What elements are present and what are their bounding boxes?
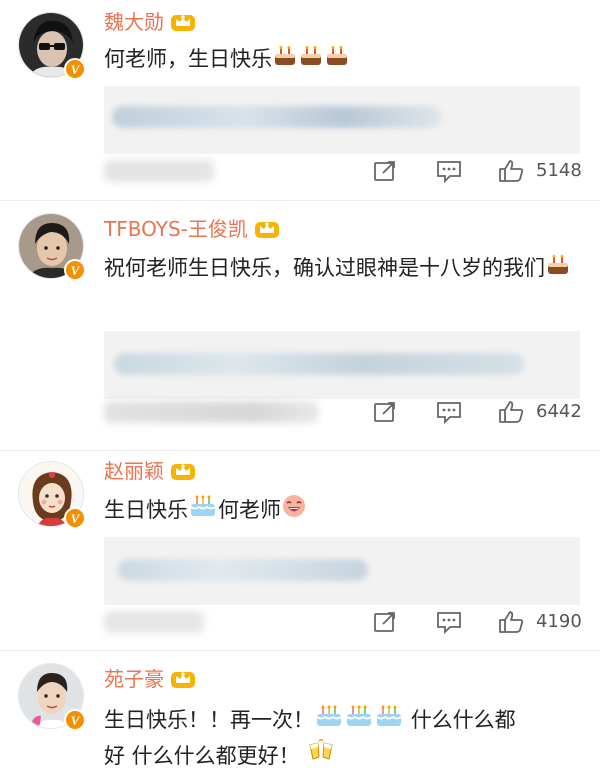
avatar[interactable]: V: [18, 213, 86, 281]
comment-text-content: 生日快乐！！再一次！: [104, 708, 314, 732]
username[interactable]: TFBOYS-王俊凯: [104, 217, 248, 241]
cake-icon: [299, 43, 323, 78]
comment-icon[interactable]: [436, 610, 462, 634]
action-bar: 4190: [0, 607, 600, 637]
comment-text-content: 何老师: [218, 498, 281, 522]
comment-item: V 赵丽颖 生日快乐 何老师 4190: [0, 451, 600, 651]
comment-text-content: 生日快乐: [104, 498, 188, 522]
laughing-face-icon: [282, 494, 306, 529]
crown-icon: [170, 459, 196, 483]
repost-icon[interactable]: [372, 610, 398, 634]
comment-item: V 苑子豪 生日快乐！！再一次！ 什么什么都好 什么什么都更好！: [0, 651, 600, 782]
comment-feed: V 魏大勋 何老师，生日快乐 5148 V TFBOYS-王俊凯 祝何老师生日快…: [0, 0, 600, 782]
verified-badge-icon: V: [64, 507, 86, 529]
blurred-timestamp: [104, 401, 319, 423]
verified-badge-icon: V: [64, 709, 86, 731]
birthday-cake-icon: [315, 704, 343, 739]
blurred-reply-text: [114, 353, 524, 375]
comment-text-content: 什么什么都: [410, 708, 516, 732]
comment-text: 生日快乐！！再一次！ 什么什么都好 什么什么都更好！: [104, 703, 582, 774]
action-bar: 5148: [0, 156, 600, 186]
repost-icon[interactable]: [372, 400, 398, 424]
username[interactable]: 赵丽颖: [104, 459, 164, 483]
like-icon[interactable]: [498, 610, 524, 634]
comment-text: 祝何老师生日快乐，确认过眼神是十八岁的我们: [104, 251, 582, 287]
repost-icon[interactable]: [372, 159, 398, 183]
cake-icon: [273, 43, 297, 78]
blurred-reply-text: [112, 106, 442, 128]
like-count: 5148: [536, 160, 582, 181]
crown-icon: [170, 10, 196, 34]
reply-preview-box[interactable]: [104, 86, 580, 154]
reply-preview-box[interactable]: [104, 537, 580, 605]
crown-icon: [170, 667, 196, 691]
like-count: 6442: [536, 401, 582, 422]
birthday-cake-icon: [375, 704, 403, 739]
like-icon[interactable]: [498, 400, 524, 424]
avatar[interactable]: V: [18, 461, 86, 529]
blurred-timestamp: [104, 611, 204, 633]
blurred-timestamp: [104, 160, 214, 182]
like-icon[interactable]: [498, 159, 524, 183]
birthday-cake-icon: [189, 494, 217, 529]
action-bar: 6442: [0, 397, 600, 427]
comment-text-content: 何老师，生日快乐: [104, 47, 272, 71]
cake-icon: [325, 43, 349, 78]
comment-text: 何老师，生日快乐: [104, 42, 582, 78]
blurred-reply-text: [118, 559, 368, 581]
crown-icon: [254, 217, 280, 241]
comment-icon[interactable]: [436, 400, 462, 424]
verified-badge-icon: V: [64, 58, 86, 80]
username[interactable]: 魏大勋: [104, 10, 164, 34]
comment-icon[interactable]: [436, 159, 462, 183]
username[interactable]: 苑子豪: [104, 667, 164, 691]
avatar[interactable]: V: [18, 663, 86, 731]
cake-icon: [546, 252, 570, 287]
birthday-cake-icon: [345, 704, 373, 739]
reply-preview-box[interactable]: [104, 331, 580, 399]
like-count: 4190: [536, 611, 582, 632]
comment-text-content: 好 什么什么都更好！: [104, 743, 300, 768]
comment-item: V TFBOYS-王俊凯 祝何老师生日快乐，确认过眼神是十八岁的我们 6442: [0, 201, 600, 451]
comment-text-content: 祝何老师生日快乐，确认过眼神是十八岁的我们: [104, 256, 545, 280]
cheers-icon: [307, 738, 335, 774]
verified-badge-icon: V: [64, 259, 86, 281]
comment-text: 生日快乐 何老师: [104, 493, 582, 529]
avatar[interactable]: V: [18, 12, 86, 80]
comment-item: V 魏大勋 何老师，生日快乐 5148: [0, 0, 600, 200]
